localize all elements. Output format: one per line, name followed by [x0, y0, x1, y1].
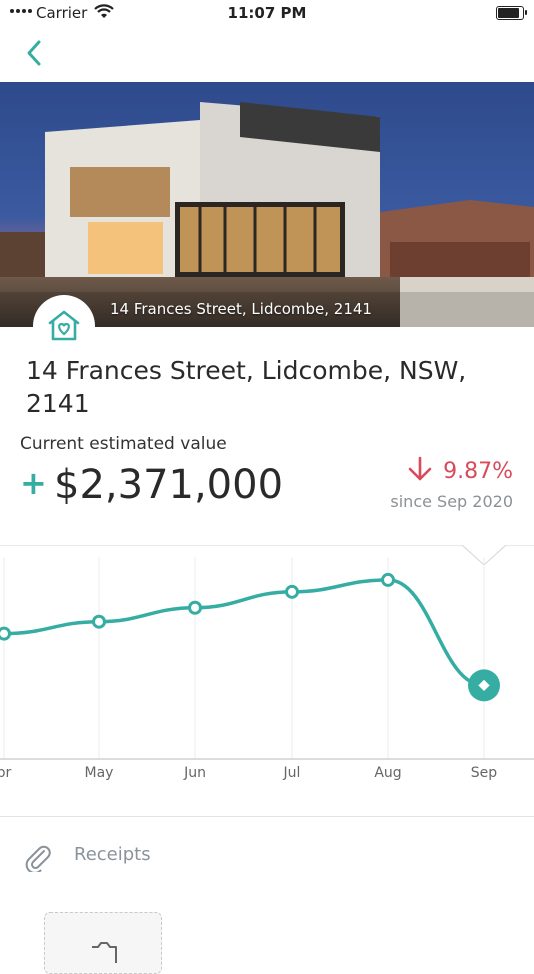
battery-fill: [498, 8, 519, 18]
data-point: [381, 572, 395, 587]
value-change: 9.87% since Sep 2020: [390, 456, 513, 511]
status-bar: Carrier 11:07 PM: [0, 0, 534, 28]
estimated-value: $2,371,000: [54, 462, 284, 508]
clock: 11:07 PM: [227, 4, 307, 22]
section-divider: [0, 816, 534, 817]
add-receipt-button[interactable]: [44, 912, 162, 974]
camera-icon: [92, 942, 117, 963]
x-tick-label: Aug: [374, 765, 401, 781]
data-point: [0, 626, 11, 641]
receipts-row[interactable]: Receipts: [24, 840, 324, 874]
chart-selection-notch: [0, 545, 534, 566]
receipts-label: Receipts: [74, 844, 151, 865]
back-button[interactable]: [18, 36, 52, 70]
x-tick-label: May: [85, 765, 114, 781]
plus-icon[interactable]: +: [20, 464, 47, 502]
change-since: since Sep 2020: [390, 492, 513, 511]
change-percentage: 9.87%: [390, 456, 513, 488]
x-tick-label: pr: [0, 765, 12, 781]
photo-caption: 14 Frances Street, Lidcombe, 2141: [110, 300, 372, 318]
x-tick-label: Jun: [183, 765, 206, 781]
chevron-left-icon: [27, 40, 41, 66]
home-badge: [33, 295, 95, 357]
battery-icon: [496, 6, 527, 20]
data-point: [285, 584, 299, 599]
property-address: 14 Frances Street, Lidcombe, NSW, 2141: [26, 356, 467, 418]
data-point: [188, 600, 202, 615]
series-line: [2, 578, 486, 688]
paperclip-icon: [25, 845, 51, 872]
home-heart-icon: [48, 310, 80, 341]
estimated-value-label: Current estimated value: [20, 434, 227, 454]
property-photo: 14 Frances Street, Lidcombe, 2141: [0, 82, 534, 327]
arrow-down-icon: [407, 456, 433, 488]
x-tick-label: Sep: [471, 765, 498, 781]
value-chart[interactable]: pr May Jun Jul Aug Sep: [0, 545, 534, 810]
data-point: [92, 614, 106, 629]
change-percentage-value: 9.87%: [443, 459, 513, 484]
x-tick-label: Jul: [283, 765, 301, 781]
